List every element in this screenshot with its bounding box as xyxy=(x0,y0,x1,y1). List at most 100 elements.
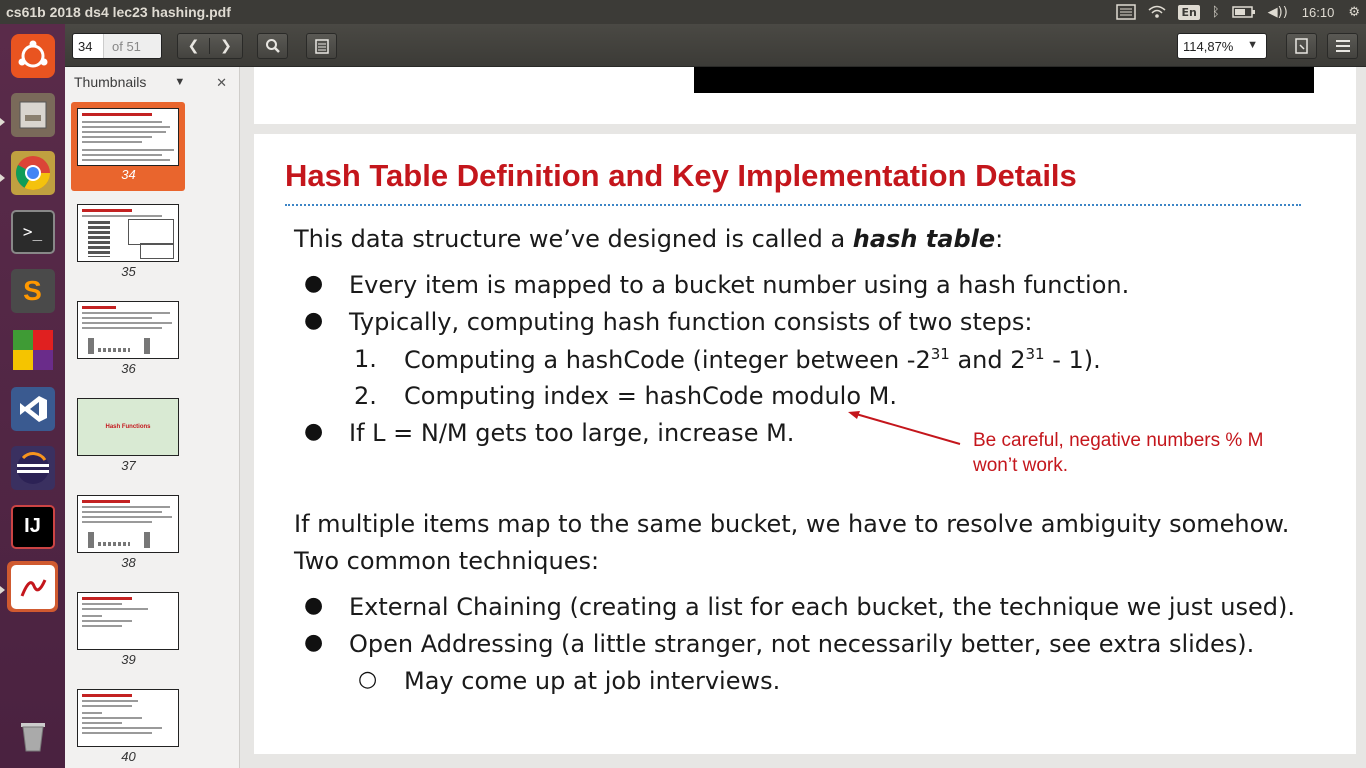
thumbnail-page-38[interactable] xyxy=(77,495,179,553)
thumbnail-number: 36 xyxy=(121,361,136,376)
ubuntu-logo-icon xyxy=(10,33,55,78)
sublime-text-app-button[interactable]: S xyxy=(7,265,58,316)
thumbnail-section-title: Hash Functions xyxy=(105,424,151,430)
thumbnail-figure xyxy=(144,532,150,548)
thumbnail-text-line xyxy=(82,608,148,610)
thumbnail-figure xyxy=(128,219,174,245)
exponent: 31 xyxy=(1025,345,1045,363)
main-menu-button[interactable] xyxy=(1327,33,1358,59)
battery-icon[interactable] xyxy=(1226,0,1262,24)
page-nav-group: ❮ ❯ xyxy=(177,33,243,59)
terminal-icon: >_ xyxy=(10,209,55,254)
thumbnail-text-line xyxy=(82,506,170,508)
bullet-dot: ● xyxy=(304,593,324,618)
intellij-icon: IJ xyxy=(10,504,55,549)
next-page-button[interactable]: ❯ xyxy=(210,38,242,54)
thumbnail-figure xyxy=(140,243,174,259)
total-pages-label: of 51 xyxy=(103,34,161,58)
annotations-button[interactable] xyxy=(306,33,337,59)
window-title: cs61b 2018 ds4 lec23 hashing.pdf xyxy=(6,4,231,20)
thumbnail-page-39[interactable] xyxy=(77,592,179,650)
app-launcher-button[interactable] xyxy=(7,324,58,375)
hamburger-menu-icon xyxy=(1335,40,1350,52)
intro-paragraph: This data structure we’ve designed is ca… xyxy=(294,225,1003,253)
thumbnail-text-line xyxy=(82,516,172,518)
chevron-down-icon[interactable]: ▼ xyxy=(174,76,185,88)
step-number-1: 1. xyxy=(354,345,377,373)
trash-button[interactable] xyxy=(7,709,58,760)
vscode-icon xyxy=(10,386,55,431)
sidebar-header[interactable]: Thumbnails ▼ ✕ xyxy=(65,67,239,97)
launcher: >_ S IJ xyxy=(0,24,65,768)
wifi-icon[interactable] xyxy=(1142,0,1172,24)
thumbnail-title-line xyxy=(82,694,132,697)
document-toolbar: 34 of 51 ❮ ❯ 114,87% ▼ xyxy=(65,24,1366,67)
search-button[interactable] xyxy=(257,33,288,59)
chrome-app-button[interactable] xyxy=(7,147,58,198)
bullet-dot: ● xyxy=(304,630,324,655)
thumbnail-text-line xyxy=(82,700,138,702)
pdf-viewer-icon xyxy=(10,564,55,609)
thumbnail-number: 39 xyxy=(121,652,136,667)
thumbnail-text-line xyxy=(82,149,174,151)
ambiguity-paragraph-line2: Two common techniques: xyxy=(294,547,600,575)
close-icon[interactable]: ✕ xyxy=(216,75,227,91)
thumbnail-text-line xyxy=(82,159,170,161)
slide-title: Hash Table Definition and Key Implementa… xyxy=(285,158,1077,193)
thumbnail-text-line xyxy=(82,732,152,734)
ubuntu-dash-button[interactable] xyxy=(7,30,58,81)
page-number-field[interactable]: 34 of 51 xyxy=(72,33,162,59)
thumbnail-number: 38 xyxy=(121,555,136,570)
previous-page-button[interactable]: ❮ xyxy=(178,38,211,54)
bullet-dot: ● xyxy=(304,271,324,296)
files-app-button[interactable] xyxy=(7,89,58,140)
thumbnail-page-40[interactable] xyxy=(77,689,179,747)
thumbnail-text-line xyxy=(82,727,162,729)
current-page-input[interactable]: 34 xyxy=(73,39,103,54)
thumbnail-text-line xyxy=(82,154,162,156)
bluetooth-icon[interactable]: ᛒ xyxy=(1206,0,1226,24)
thumbnail-text-line xyxy=(82,215,162,217)
step-hashcode: Computing a hashCode (integer between -2… xyxy=(404,345,1101,374)
thumbnail-figure xyxy=(98,348,130,352)
annotation-line: Be careful, negative numbers % M xyxy=(973,430,1264,451)
vscode-app-button[interactable] xyxy=(7,383,58,434)
search-icon xyxy=(265,39,280,53)
thumbnail-title-line xyxy=(82,113,152,116)
intellij-app-button[interactable]: IJ xyxy=(7,501,58,552)
bullet-open-addressing: Open Addressing (a little stranger, not … xyxy=(349,630,1255,658)
document-viewer[interactable]: Hash Table Definition and Key Implementa… xyxy=(240,67,1366,768)
thumbnail-number: 35 xyxy=(121,264,136,279)
bullet-external-chaining: External Chaining (creating a list for e… xyxy=(349,593,1295,621)
document-viewer-app-button[interactable] xyxy=(7,561,58,612)
trash-icon xyxy=(11,713,55,757)
thumbnail-text-line xyxy=(82,136,152,138)
eclipse-app-button[interactable] xyxy=(7,442,58,493)
keyboard-layout-indicator[interactable]: En xyxy=(1172,0,1205,24)
eclipse-icon xyxy=(10,445,55,490)
chevron-right-icon: ❯ xyxy=(220,38,232,54)
zoom-select[interactable]: 114,87% ▼ xyxy=(1177,33,1267,59)
bullet-two-steps: Typically, computing hash function consi… xyxy=(349,308,1033,336)
thumbnail-number: 37 xyxy=(121,458,136,473)
file-cabinet-icon xyxy=(10,92,55,137)
thumbnail-page-35[interactable] xyxy=(77,204,179,262)
thumbnail-figure xyxy=(88,221,110,257)
continuous-view-button[interactable] xyxy=(1286,33,1317,59)
thumbnail-text-line xyxy=(82,312,170,314)
thumbnail-text-line xyxy=(82,322,172,324)
volume-icon[interactable]: ◀)) xyxy=(1262,0,1294,24)
thumbnail-page-36[interactable] xyxy=(77,301,179,359)
thumbnail-text-line xyxy=(82,327,162,329)
annotation-note: Be careful, negative numbers % M won’t w… xyxy=(973,428,1263,478)
clock[interactable]: 16:10 xyxy=(1294,5,1343,20)
menu-icon[interactable] xyxy=(1110,0,1142,24)
terminal-app-button[interactable]: >_ xyxy=(7,206,58,257)
thumbnail-figure xyxy=(98,542,130,546)
system-tray: En ᛒ ◀)) 16:10 ⚙ xyxy=(1110,0,1366,24)
thumbnail-number: 40 xyxy=(121,749,136,764)
settings-gear-icon[interactable]: ⚙ xyxy=(1342,0,1366,24)
thumbnail-page-37[interactable]: Hash Functions xyxy=(77,398,179,456)
thumbnail-page-34[interactable] xyxy=(77,108,179,166)
ambiguity-paragraph-line1: If multiple items map to the same bucket… xyxy=(294,510,1290,538)
